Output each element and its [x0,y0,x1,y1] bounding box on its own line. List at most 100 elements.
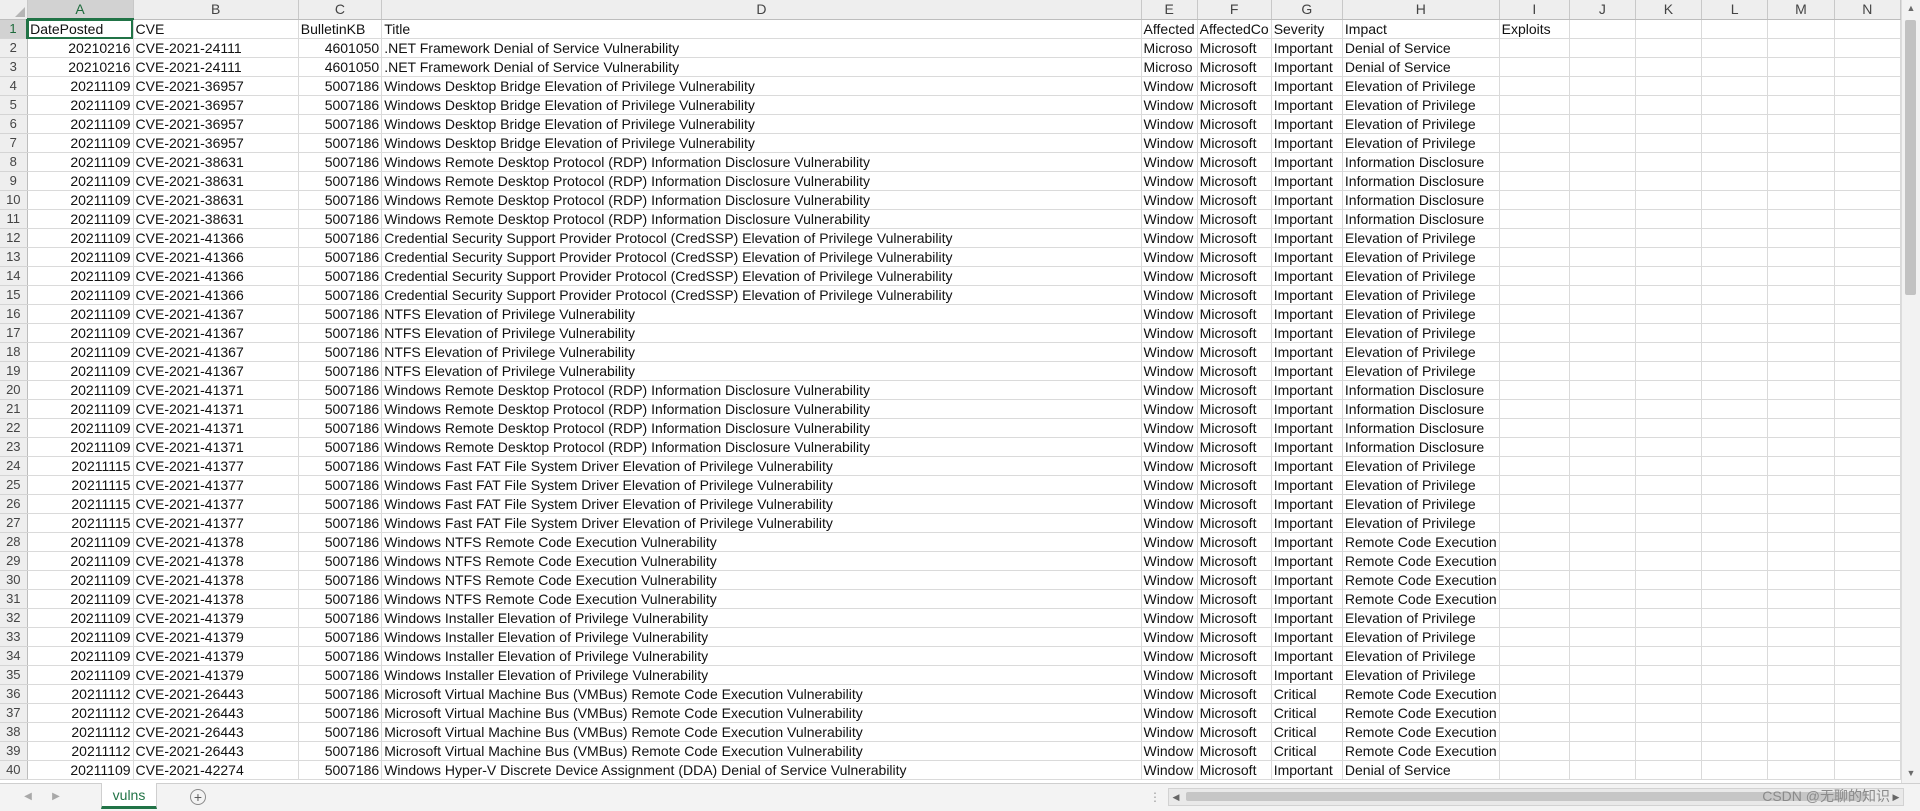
cell-j40[interactable] [1569,760,1636,780]
cell-n24[interactable] [1834,456,1901,476]
cell-m9[interactable] [1767,171,1835,191]
cell-i6[interactable] [1499,114,1570,134]
cell-k32[interactable] [1635,608,1703,628]
cell-e38[interactable]: Window [1141,722,1198,742]
cell-e25[interactable]: Window [1141,475,1198,495]
cell-b13[interactable]: CVE-2021-41366 [133,247,299,267]
cell-c37[interactable]: 5007186 [298,703,383,723]
row-header[interactable]: 30 [0,570,28,590]
cell-k39[interactable] [1635,741,1703,761]
column-header-e[interactable]: E [1141,0,1198,20]
cell-m36[interactable] [1767,684,1835,704]
cell-i15[interactable] [1499,285,1570,305]
cell-a9[interactable]: 20211109 [27,171,134,191]
cell-f1[interactable]: AffectedCo [1197,19,1272,39]
column-header-k[interactable]: K [1635,0,1703,20]
cell-h19[interactable]: Elevation of Privilege [1342,361,1500,381]
tab-scroll-right-icon[interactable]: ▶ [48,789,64,805]
row-header[interactable]: 28 [0,532,28,552]
cell-k31[interactable] [1635,589,1703,609]
row-header[interactable]: 4 [0,76,28,96]
cell-k26[interactable] [1635,494,1703,514]
cell-b5[interactable]: CVE-2021-36957 [133,95,299,115]
cell-m5[interactable] [1767,95,1835,115]
cell-k4[interactable] [1635,76,1703,96]
cell-a2[interactable]: 20210216 [27,38,134,58]
cell-d30[interactable]: Windows NTFS Remote Code Execution Vulne… [381,570,1142,590]
cell-d18[interactable]: NTFS Elevation of Privilege Vulnerabilit… [381,342,1142,362]
cell-i27[interactable] [1499,513,1570,533]
cell-d2[interactable]: .NET Framework Denial of Service Vulnera… [381,38,1142,58]
cell-b10[interactable]: CVE-2021-38631 [133,190,299,210]
cell-i3[interactable] [1499,57,1570,77]
cell-l6[interactable] [1701,114,1769,134]
cell-c21[interactable]: 5007186 [298,399,383,419]
cell-c1[interactable]: BulletinKB [298,19,383,39]
cell-c38[interactable]: 5007186 [298,722,383,742]
cell-c35[interactable]: 5007186 [298,665,383,685]
cell-g33[interactable]: Important [1271,627,1343,647]
cell-d20[interactable]: Windows Remote Desktop Protocol (RDP) In… [381,380,1142,400]
cell-g5[interactable]: Important [1271,95,1343,115]
cell-a26[interactable]: 20211115 [27,494,134,514]
cell-a11[interactable]: 20211109 [27,209,134,229]
cell-e27[interactable]: Window [1141,513,1198,533]
cell-e32[interactable]: Window [1141,608,1198,628]
cell-g11[interactable]: Important [1271,209,1343,229]
cell-e39[interactable]: Window [1141,741,1198,761]
cell-f7[interactable]: Microsoft [1197,133,1272,153]
cell-h9[interactable]: Information Disclosure [1342,171,1500,191]
cell-g36[interactable]: Critical [1271,684,1343,704]
cell-h33[interactable]: Elevation of Privilege [1342,627,1500,647]
cell-h4[interactable]: Elevation of Privilege [1342,76,1500,96]
row-header[interactable]: 10 [0,190,28,210]
cell-a24[interactable]: 20211115 [27,456,134,476]
cell-j34[interactable] [1569,646,1636,666]
cell-b35[interactable]: CVE-2021-41379 [133,665,299,685]
cell-k8[interactable] [1635,152,1703,172]
cell-i37[interactable] [1499,703,1570,723]
cell-m20[interactable] [1767,380,1835,400]
cell-d26[interactable]: Windows Fast FAT File System Driver Elev… [381,494,1142,514]
cell-c4[interactable]: 5007186 [298,76,383,96]
cell-g2[interactable]: Important [1271,38,1343,58]
cell-b28[interactable]: CVE-2021-41378 [133,532,299,552]
cell-l38[interactable] [1701,722,1769,742]
row-header[interactable]: 18 [0,342,28,362]
cell-k18[interactable] [1635,342,1703,362]
cell-e11[interactable]: Window [1141,209,1198,229]
cell-m8[interactable] [1767,152,1835,172]
cell-m24[interactable] [1767,456,1835,476]
cell-h25[interactable]: Elevation of Privilege [1342,475,1500,495]
cell-a4[interactable]: 20211109 [27,76,134,96]
cell-m7[interactable] [1767,133,1835,153]
cell-c31[interactable]: 5007186 [298,589,383,609]
cell-b11[interactable]: CVE-2021-38631 [133,209,299,229]
cell-h35[interactable]: Elevation of Privilege [1342,665,1500,685]
cell-j13[interactable] [1569,247,1636,267]
cell-d13[interactable]: Credential Security Support Provider Pro… [381,247,1142,267]
cell-k2[interactable] [1635,38,1703,58]
cell-e12[interactable]: Window [1141,228,1198,248]
cell-a21[interactable]: 20211109 [27,399,134,419]
cell-l11[interactable] [1701,209,1769,229]
cell-a19[interactable]: 20211109 [27,361,134,381]
cell-l9[interactable] [1701,171,1769,191]
cell-g4[interactable]: Important [1271,76,1343,96]
cell-e2[interactable]: Microso [1141,38,1198,58]
cell-n31[interactable] [1834,589,1901,609]
cell-c15[interactable]: 5007186 [298,285,383,305]
cell-n14[interactable] [1834,266,1901,286]
row-header[interactable]: 17 [0,323,28,343]
cell-h7[interactable]: Elevation of Privilege [1342,133,1500,153]
cell-k5[interactable] [1635,95,1703,115]
cell-i20[interactable] [1499,380,1570,400]
cell-l23[interactable] [1701,437,1769,457]
cell-j36[interactable] [1569,684,1636,704]
cell-b25[interactable]: CVE-2021-41377 [133,475,299,495]
cell-a40[interactable]: 20211109 [27,760,134,780]
cell-i19[interactable] [1499,361,1570,381]
cell-b7[interactable]: CVE-2021-36957 [133,133,299,153]
cell-j33[interactable] [1569,627,1636,647]
cell-c19[interactable]: 5007186 [298,361,383,381]
